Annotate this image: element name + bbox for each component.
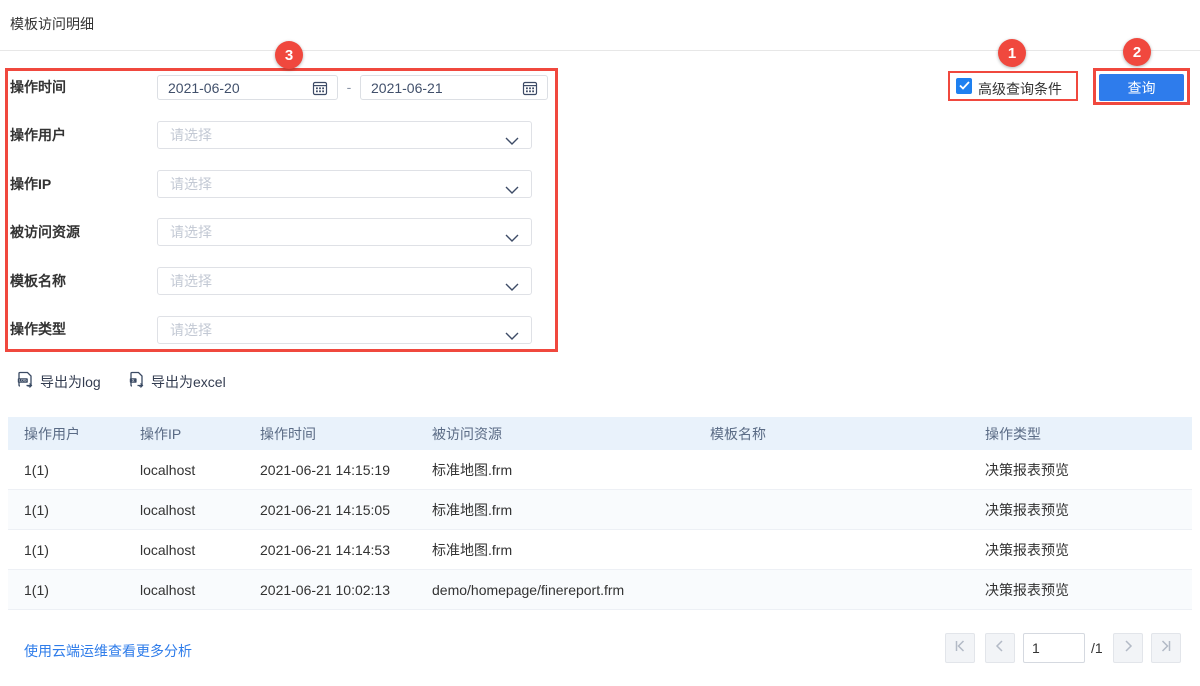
chevron-down-icon bbox=[505, 229, 519, 247]
cell-operation-ip: localhost bbox=[140, 581, 196, 598]
calendar-icon[interactable] bbox=[522, 80, 538, 96]
label-operation-type: 操作类型 bbox=[10, 321, 66, 337]
cell-operation-time: 2021-06-21 14:15:19 bbox=[260, 461, 390, 478]
export-excel-link[interactable]: 导出为excel bbox=[151, 372, 226, 392]
cell-accessed-resource: 标准地图.frm bbox=[432, 461, 513, 478]
table-row: 1(1) localhost 2021-06-21 14:15:05 标准地图.… bbox=[8, 490, 1192, 530]
cell-operation-time: 2021-06-21 14:14:53 bbox=[260, 541, 390, 558]
cell-operation-ip: localhost bbox=[140, 541, 196, 558]
cell-accessed-resource: 标准地图.frm bbox=[432, 501, 513, 518]
col-header-operation-time: 操作时间 bbox=[260, 425, 316, 442]
cell-operation-user: 1(1) bbox=[24, 581, 49, 598]
chevron-down-icon bbox=[505, 132, 519, 150]
file-log-icon[interactable]: LOG bbox=[16, 370, 35, 394]
label-operation-ip: 操作IP bbox=[10, 176, 52, 192]
annotation-box-filter bbox=[5, 68, 558, 352]
cell-operation-type: 决策报表预览 bbox=[985, 461, 1069, 478]
cell-operation-user: 1(1) bbox=[24, 461, 49, 478]
first-page-button[interactable] bbox=[945, 633, 975, 663]
access-log-table: 操作用户 操作IP 操作时间 被访问资源 模板名称 操作类型 1(1) loca… bbox=[8, 417, 1192, 610]
page-title: 模板访问明细 bbox=[10, 16, 94, 32]
cell-accessed-resource: 标准地图.frm bbox=[432, 541, 513, 558]
select-placeholder: 请选择 bbox=[170, 176, 212, 192]
cell-operation-ip: localhost bbox=[140, 461, 196, 478]
file-excel-icon[interactable]: X bbox=[127, 370, 146, 394]
cell-operation-user: 1(1) bbox=[24, 541, 49, 558]
date-from-input[interactable] bbox=[157, 75, 338, 100]
cell-operation-type: 决策报表预览 bbox=[985, 501, 1069, 518]
annotation-badge-2: 2 bbox=[1123, 38, 1151, 66]
cloud-ops-link[interactable]: 使用云端运维查看更多分析 bbox=[24, 641, 192, 661]
page-total-label: /1 bbox=[1091, 640, 1103, 656]
label-template-name: 模板名称 bbox=[10, 273, 66, 289]
accessed-resource-select[interactable]: 请选择 bbox=[157, 218, 532, 246]
col-header-operation-user: 操作用户 bbox=[24, 425, 80, 442]
cell-operation-user: 1(1) bbox=[24, 501, 49, 518]
chevron-down-icon bbox=[505, 278, 519, 296]
chevron-down-icon bbox=[505, 181, 519, 199]
cell-operation-ip: localhost bbox=[140, 501, 196, 518]
select-placeholder: 请选择 bbox=[170, 273, 212, 289]
operation-user-select[interactable]: 请选择 bbox=[157, 121, 532, 149]
label-accessed-resource: 被访问资源 bbox=[10, 224, 80, 240]
col-header-operation-type: 操作类型 bbox=[985, 425, 1041, 442]
last-page-button[interactable] bbox=[1150, 633, 1181, 663]
cell-operation-type: 决策报表预览 bbox=[985, 581, 1069, 598]
select-placeholder: 请选择 bbox=[170, 224, 212, 240]
svg-text:LOG: LOG bbox=[19, 379, 27, 383]
date-to-input[interactable] bbox=[360, 75, 548, 100]
label-operation-user: 操作用户 bbox=[10, 127, 66, 143]
table-row: 1(1) localhost 2021-06-21 10:02:13 demo/… bbox=[8, 570, 1192, 610]
col-header-operation-ip: 操作IP bbox=[140, 425, 182, 442]
last-page-icon bbox=[1159, 639, 1173, 658]
table-row: 1(1) localhost 2021-06-21 14:15:19 标准地图.… bbox=[8, 450, 1192, 490]
cell-operation-time: 2021-06-21 14:15:05 bbox=[260, 501, 390, 518]
select-placeholder: 请选择 bbox=[170, 322, 212, 338]
col-header-template-name: 模板名称 bbox=[710, 425, 766, 442]
operation-ip-select[interactable]: 请选择 bbox=[157, 170, 532, 198]
table-row: 1(1) localhost 2021-06-21 14:14:53 标准地图.… bbox=[8, 530, 1192, 570]
next-page-icon bbox=[1121, 639, 1135, 658]
advanced-query-checkbox[interactable] bbox=[956, 78, 972, 94]
check-icon bbox=[958, 77, 970, 95]
annotation-badge-1: 1 bbox=[998, 39, 1026, 67]
chevron-down-icon bbox=[505, 327, 519, 345]
template-name-select[interactable]: 请选择 bbox=[157, 267, 532, 295]
first-page-icon bbox=[953, 639, 967, 658]
select-placeholder: 请选择 bbox=[170, 127, 212, 143]
date-range-separator: - bbox=[346, 79, 352, 95]
pagination: /1 bbox=[945, 633, 1181, 663]
annotation-badge-3: 3 bbox=[275, 41, 303, 69]
advanced-query-label: 高级查询条件 bbox=[978, 81, 1062, 97]
table-header-row: 操作用户 操作IP 操作时间 被访问资源 模板名称 操作类型 bbox=[8, 417, 1192, 450]
svg-text:X: X bbox=[132, 378, 135, 383]
col-header-accessed-resource: 被访问资源 bbox=[432, 425, 502, 442]
calendar-icon[interactable] bbox=[312, 80, 328, 96]
cell-operation-type: 决策报表预览 bbox=[985, 541, 1069, 558]
query-button[interactable]: 查询 bbox=[1099, 74, 1184, 101]
export-log-link[interactable]: 导出为log bbox=[40, 372, 101, 392]
label-operation-time: 操作时间 bbox=[10, 79, 66, 95]
prev-page-icon bbox=[993, 639, 1007, 658]
next-page-button[interactable] bbox=[1112, 633, 1143, 663]
cell-accessed-resource: demo/homepage/finereport.frm bbox=[432, 581, 625, 598]
page-number-input[interactable] bbox=[1023, 633, 1085, 663]
prev-page-button[interactable] bbox=[985, 633, 1015, 663]
operation-type-select[interactable]: 请选择 bbox=[157, 316, 532, 344]
cell-operation-time: 2021-06-21 10:02:13 bbox=[260, 581, 390, 598]
